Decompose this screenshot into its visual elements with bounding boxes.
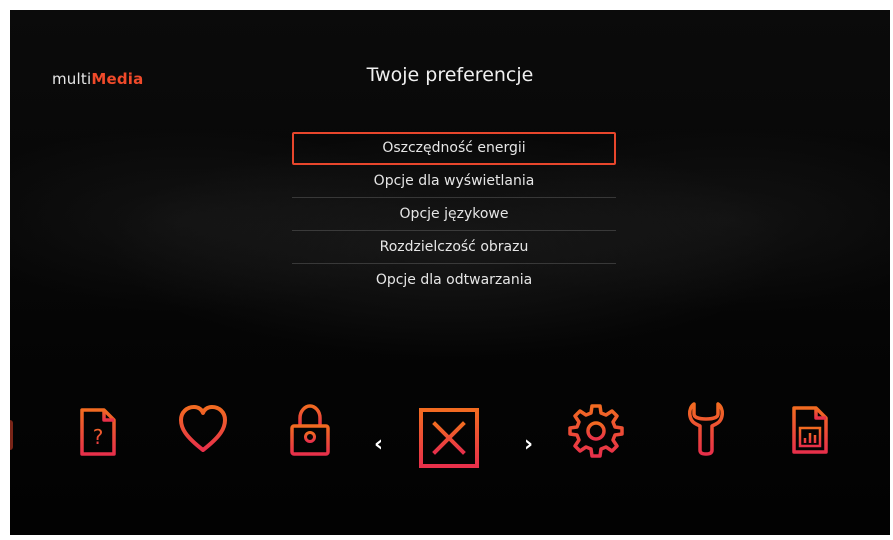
menu-item-label: Opcje językowe bbox=[399, 206, 509, 222]
menu-item-language-options[interactable]: Opcje językowe bbox=[292, 198, 616, 231]
heart-icon[interactable] bbox=[173, 400, 233, 460]
carousel-next-arrow[interactable]: › bbox=[524, 434, 533, 456]
menu-item-playback-options[interactable]: Opcje dla odtwarzania bbox=[292, 264, 616, 297]
menu-item-label: Opcje dla odtwarzania bbox=[375, 272, 533, 288]
tv-screen: multiMedia Twoje preferencje Oszczędność… bbox=[10, 10, 890, 535]
close-box-icon[interactable] bbox=[415, 404, 485, 474]
preferences-menu: Oszczędność energii Opcje dla wyświetlan… bbox=[292, 132, 616, 297]
wrench-icon[interactable] bbox=[676, 398, 736, 458]
menu-item-label: Rozdzielczość obrazu bbox=[379, 239, 529, 255]
gear-icon[interactable] bbox=[566, 400, 626, 460]
menu-item-energy-saving[interactable]: Oszczędność energii bbox=[292, 132, 616, 165]
padlock-icon[interactable] bbox=[280, 400, 340, 460]
chart-document-icon[interactable] bbox=[780, 400, 840, 460]
menu-item-label: Opcje dla wyświetlania bbox=[373, 173, 535, 189]
page-title: Twoje preferencje bbox=[366, 64, 534, 86]
menu-item-display-options[interactable]: Opcje dla wyświetlania bbox=[292, 165, 616, 198]
category-carousel: ? ‹ › bbox=[10, 382, 890, 492]
svg-text:?: ? bbox=[93, 425, 104, 449]
help-document-icon[interactable]: ? bbox=[68, 402, 128, 462]
carousel-prev-arrow[interactable]: ‹ bbox=[374, 434, 383, 456]
menu-item-label: Oszczędność energii bbox=[382, 140, 526, 156]
menu-item-resolution[interactable]: Rozdzielczość obrazu bbox=[292, 231, 616, 264]
